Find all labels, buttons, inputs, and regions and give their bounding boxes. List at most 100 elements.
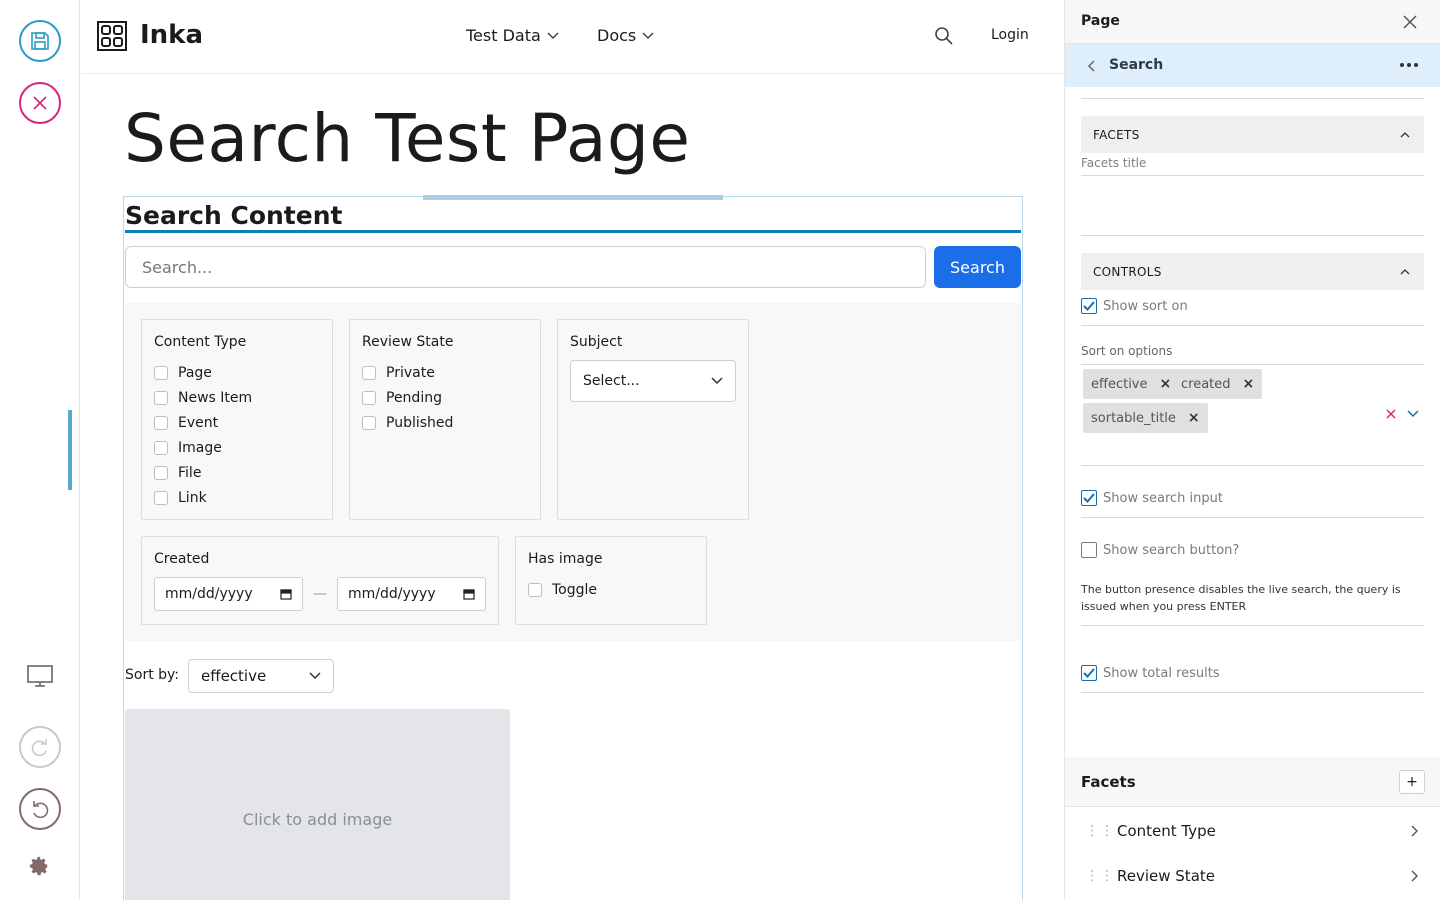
option-label: Private [386, 364, 435, 381]
sort-label: Sort by: [125, 667, 180, 683]
clear-icon[interactable] [1386, 409, 1396, 419]
search-block-heading[interactable]: Search Content [125, 201, 342, 230]
checkbox[interactable] [362, 415, 376, 430]
facet-list-item[interactable]: ⋮⋮ Review State [1065, 853, 1440, 898]
facet-option[interactable]: Event [154, 410, 320, 435]
facet-title: Has image [528, 551, 603, 567]
checkbox-checked[interactable] [1081, 490, 1097, 506]
facets-section-header[interactable]: FACETS [1081, 116, 1424, 153]
facet-has-image: Has image Toggle [515, 536, 707, 625]
sidebar-breadcrumb: Search [1065, 44, 1440, 87]
show-search-input-row[interactable]: Show search input [1081, 490, 1223, 506]
nav-test-data[interactable]: Test Data [466, 26, 559, 45]
logo-icon[interactable] [97, 21, 127, 51]
checkbox-checked[interactable] [1081, 298, 1097, 314]
divider [1081, 235, 1424, 236]
redo-button[interactable] [19, 726, 61, 768]
checkbox-label: Show search input [1103, 490, 1223, 506]
facet-option[interactable]: Page [154, 360, 320, 385]
chevron-down-icon[interactable] [1407, 410, 1419, 418]
facet-item-label: Review State [1117, 866, 1215, 885]
date-range: mm/dd/yyyy — mm/dd/yyyy [154, 577, 486, 611]
facets-list-title: Facets [1081, 773, 1136, 791]
checkbox-checked[interactable] [1081, 665, 1097, 681]
close-icon [33, 96, 47, 110]
close-icon[interactable] [1402, 14, 1418, 30]
facet-title: Review State [362, 334, 454, 350]
add-facet-button[interactable]: + [1399, 770, 1425, 794]
option-label: Link [178, 489, 207, 506]
checkbox[interactable] [154, 465, 168, 480]
checkbox[interactable] [154, 415, 168, 430]
site-name[interactable]: Inka [140, 20, 203, 50]
cancel-button[interactable] [19, 82, 61, 124]
chevron-down-icon [711, 377, 723, 385]
undo-icon [33, 801, 49, 819]
checkbox[interactable] [154, 440, 168, 455]
search-button-help-text: The button presence disables the live se… [1081, 583, 1401, 613]
checkbox[interactable] [154, 490, 168, 505]
option-label: Page [178, 364, 212, 381]
search-button[interactable]: Search [934, 246, 1021, 288]
search-icon[interactable] [934, 26, 954, 46]
facet-option[interactable]: News Item [154, 385, 320, 410]
nav-docs[interactable]: Docs [597, 26, 654, 45]
controls-section-header[interactable]: CONTROLS [1081, 253, 1424, 290]
remove-tag-icon[interactable]: × [1243, 376, 1255, 392]
check-icon [1083, 668, 1095, 678]
remove-tag-icon[interactable]: × [1188, 410, 1200, 426]
settings-button[interactable] [28, 855, 50, 881]
calendar-icon[interactable] [463, 588, 475, 600]
subject-select[interactable]: Select... [570, 360, 736, 402]
more-icon[interactable] [1400, 63, 1418, 67]
checkbox[interactable] [362, 390, 376, 405]
search-block[interactable]: Search Content Search Content Type Page … [123, 195, 1023, 900]
display-button[interactable] [26, 664, 54, 692]
checkbox[interactable] [528, 582, 542, 597]
save-icon [31, 32, 49, 50]
tag-label: created [1181, 376, 1231, 392]
login-link[interactable]: Login [991, 27, 1029, 43]
facet-title: Created [154, 551, 210, 567]
block-selection-bar [423, 195, 723, 200]
sort-tag[interactable]: effective × [1083, 369, 1180, 399]
sort-tag[interactable]: created × [1173, 369, 1263, 399]
show-total-results-row[interactable]: Show total results [1081, 665, 1220, 681]
facet-option[interactable]: File [154, 460, 320, 485]
facet-list-item[interactable]: ⋮⋮ Content Type [1065, 808, 1440, 853]
sort-on-options-label: Sort on options [1081, 344, 1173, 358]
show-search-button-row[interactable]: Show search button? [1081, 542, 1239, 558]
show-sort-on-row[interactable]: Show sort on [1081, 298, 1188, 314]
drag-handle-icon[interactable]: ⋮⋮ [1085, 868, 1115, 884]
checkbox[interactable] [154, 365, 168, 380]
divider [1081, 692, 1424, 693]
sort-select[interactable]: effective [188, 659, 334, 693]
checkbox[interactable] [362, 365, 376, 380]
sidebar-drag-handle[interactable] [68, 410, 72, 490]
facet-option[interactable]: Link [154, 485, 320, 510]
page-title[interactable]: Search Test Page [124, 100, 690, 177]
end-date-input[interactable]: mm/dd/yyyy [337, 577, 486, 611]
facet-option[interactable]: Pending [362, 385, 528, 410]
breadcrumb-label: Search [1109, 57, 1164, 73]
chevron-down-icon [547, 32, 559, 39]
facet-option[interactable]: Image [154, 435, 320, 460]
chevron-left-icon[interactable] [1087, 60, 1095, 72]
sort-tag[interactable]: sortable_title × [1083, 403, 1208, 433]
remove-tag-icon[interactable]: × [1160, 376, 1172, 392]
undo-button[interactable] [19, 788, 61, 830]
has-image-toggle[interactable]: Toggle [528, 577, 694, 602]
save-button[interactable] [19, 20, 61, 62]
image-placeholder[interactable]: Click to add image [125, 709, 510, 900]
divider [1081, 175, 1424, 176]
facet-option[interactable]: Published [362, 410, 528, 435]
checkbox[interactable] [154, 390, 168, 405]
facet-option[interactable]: Private [362, 360, 528, 385]
option-label: Pending [386, 389, 442, 406]
checkbox[interactable] [1081, 542, 1097, 558]
facets-title-label: Facets title [1081, 156, 1147, 170]
drag-handle-icon[interactable]: ⋮⋮ [1085, 823, 1115, 839]
calendar-icon[interactable] [280, 588, 292, 600]
search-input[interactable] [125, 246, 926, 288]
start-date-input[interactable]: mm/dd/yyyy [154, 577, 303, 611]
